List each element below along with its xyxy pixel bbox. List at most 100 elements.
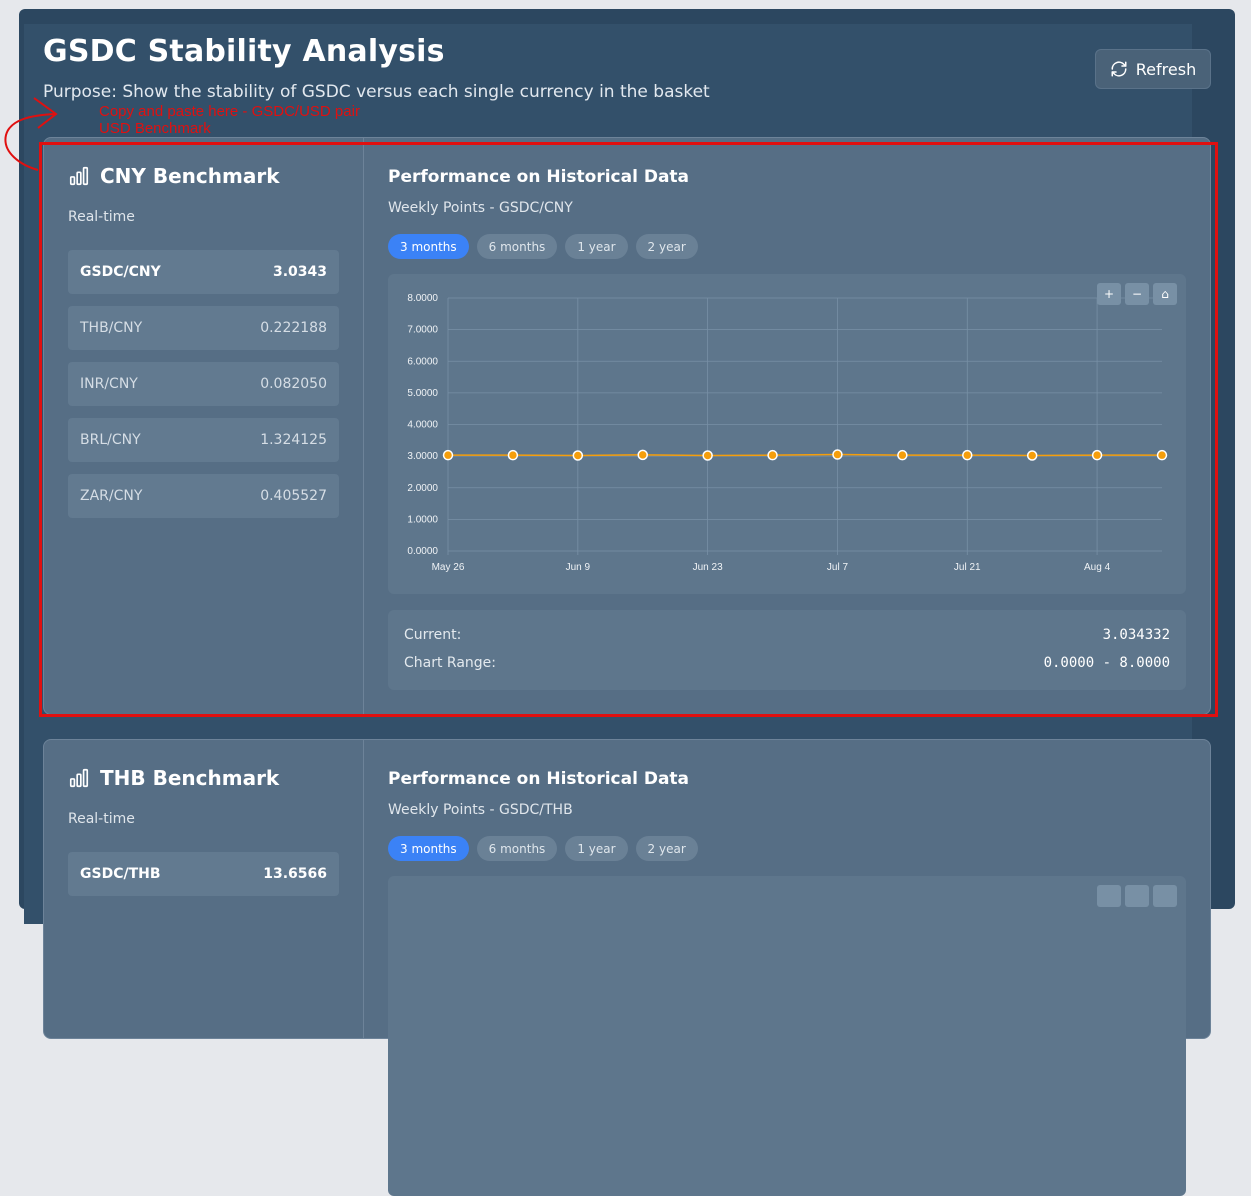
range-label: Chart Range: — [404, 655, 497, 671]
annotation-line-1: Copy and paste here - GSDC/USD pair — [99, 103, 360, 120]
benchmark-card-thb: THB Benchmark Real-time GSDC/THB 13.6566… — [43, 739, 1211, 1196]
range-6-months-button[interactable]: 6 months — [476, 234, 558, 259]
range-selector: 3 months 6 months 1 year 2 year — [388, 234, 698, 259]
range-value: 0.0000 - 8.0000 — [1043, 655, 1170, 671]
chart-container: 0.0000 1.0000 2.0000 3.0000 4.0000 5.0000 6.00… — [388, 274, 1186, 594]
benchmark-title-text: THB Benchmark — [100, 766, 280, 790]
y-tick-label: 5.0000 — [407, 388, 438, 399]
rate-pair: ZAR/CNY — [80, 488, 143, 504]
refresh-button[interactable]: Refresh — [1095, 49, 1211, 89]
data-point — [507, 449, 519, 461]
range-1-year-button[interactable]: 1 year — [565, 836, 628, 861]
refresh-icon — [1111, 61, 1127, 77]
chart-container — [388, 876, 1186, 1196]
data-point — [832, 449, 843, 460]
data-point — [637, 449, 648, 461]
rate-value: 0.222188 — [260, 320, 327, 336]
rate-pair: GSDC/THB — [80, 866, 161, 882]
y-tick-label: 8.0000 — [407, 293, 438, 304]
refresh-label: Refresh — [1135, 59, 1197, 79]
current-label: Current: — [404, 627, 462, 643]
data-point — [1026, 450, 1038, 461]
rate-list: GSDC/CNY 3.0343 THB/CNY 0.222188 INR/CNY… — [68, 250, 339, 530]
performance-panel: Performance on Historical Data Weekly Po… — [388, 740, 1188, 1196]
data-point — [767, 449, 778, 461]
data-point — [702, 450, 713, 461]
x-tick-label: Jul 21 — [954, 562, 981, 573]
range-selector: 3 months 6 months 1 year 2 year — [388, 836, 698, 861]
zoom-reset-button[interactable] — [1153, 885, 1177, 907]
y-tick-label: 6.0000 — [407, 356, 438, 367]
rate-row: INR/CNY 0.082050 — [68, 362, 339, 406]
y-tick-label: 2.0000 — [407, 483, 438, 494]
benchmark-title-text: CNY Benchmark — [100, 164, 280, 188]
data-point — [1156, 449, 1168, 461]
range-1-year-button[interactable]: 1 year — [565, 234, 628, 259]
line-chart[interactable]: 0.0000 1.0000 2.0000 3.0000 4.0000 5.0000 6.00… — [388, 274, 1186, 594]
bar-chart-icon — [69, 768, 89, 788]
data-point — [572, 450, 584, 461]
benchmark-title: CNY Benchmark — [68, 164, 280, 188]
zoom-reset-button[interactable]: ⌂ — [1153, 283, 1177, 305]
performance-panel: Performance on Historical Data Weekly Po… — [388, 138, 1188, 714]
zoom-in-button[interactable] — [1097, 885, 1121, 907]
realtime-label: Real-time — [68, 811, 135, 827]
range-3-months-button[interactable]: 3 months — [388, 234, 469, 259]
range-2-year-button[interactable]: 2 year — [635, 836, 698, 861]
x-tick-label: Aug 4 — [1084, 562, 1111, 573]
rate-row: THB/CNY 0.222188 — [68, 306, 339, 350]
bar-chart-icon — [69, 166, 89, 186]
current-value: 3.034332 — [1102, 627, 1170, 643]
data-point — [1091, 449, 1103, 461]
performance-subtitle: Weekly Points - GSDC/CNY — [388, 200, 573, 216]
y-tick-label: 0.0000 — [407, 546, 438, 557]
data-point — [442, 449, 454, 461]
rate-pair: GSDC/CNY — [80, 264, 161, 280]
annotation-note: Copy and paste here - GSDC/USD pair USD … — [99, 103, 360, 137]
performance-title: Performance on Historical Data — [388, 769, 690, 789]
data-point — [962, 449, 973, 461]
rate-pair: BRL/CNY — [80, 432, 141, 448]
x-tick-label: May 26 — [432, 562, 465, 573]
y-tick-label: 7.0000 — [407, 325, 438, 336]
x-tick-label: Jun 9 — [566, 562, 591, 573]
rate-row: BRL/CNY 1.324125 — [68, 418, 339, 462]
rate-pair: THB/CNY — [80, 320, 143, 336]
realtime-label: Real-time — [68, 209, 135, 225]
series-line — [448, 453, 1162, 457]
rate-row: GSDC/CNY 3.0343 — [68, 250, 339, 294]
y-tick-label: 3.0000 — [407, 451, 438, 462]
range-2-year-button[interactable]: 2 year — [635, 234, 698, 259]
zoom-out-button[interactable]: − — [1125, 283, 1149, 305]
rate-value: 13.6566 — [263, 866, 327, 882]
page-title: GSDC Stability Analysis — [43, 34, 445, 69]
range-stat: Chart Range: 0.0000 - 8.0000 — [404, 655, 1170, 671]
page-purpose: Purpose: Show the stability of GSDC vers… — [43, 82, 710, 102]
current-stat: Current: 3.034332 — [404, 627, 1170, 643]
x-tick-label: Jul 7 — [827, 562, 849, 573]
y-tick-label: 1.0000 — [407, 514, 438, 525]
chart-stats: Current: 3.034332 Chart Range: 0.0000 - … — [388, 610, 1186, 690]
benchmark-card-cny: CNY Benchmark Real-time GSDC/CNY 3.0343 … — [43, 137, 1211, 715]
rate-pair: INR/CNY — [80, 376, 138, 392]
zoom-in-button[interactable]: + — [1097, 283, 1121, 305]
range-3-months-button[interactable]: 3 months — [388, 836, 469, 861]
y-tick-label: 4.0000 — [407, 420, 438, 431]
benchmark-panel: THB Benchmark Real-time GSDC/THB 13.6566 — [44, 740, 364, 1038]
benchmark-panel: CNY Benchmark Real-time GSDC/CNY 3.0343 … — [44, 138, 364, 714]
rate-list: GSDC/THB 13.6566 — [68, 852, 339, 908]
benchmark-title: THB Benchmark — [68, 766, 279, 790]
annotation-line-2: USD Benchmark — [99, 120, 211, 137]
x-tick-label: Jun 23 — [693, 562, 723, 573]
performance-subtitle: Weekly Points - GSDC/THB — [388, 802, 573, 818]
rate-value: 0.082050 — [260, 376, 327, 392]
performance-title: Performance on Historical Data — [388, 167, 690, 187]
data-point — [897, 449, 908, 461]
zoom-out-button[interactable] — [1125, 885, 1149, 907]
rate-value: 3.0343 — [272, 264, 327, 280]
rate-row: ZAR/CNY 0.405527 — [68, 474, 339, 518]
range-6-months-button[interactable]: 6 months — [476, 836, 558, 861]
rate-value: 0.405527 — [260, 488, 327, 504]
rate-row: GSDC/THB 13.6566 — [68, 852, 339, 896]
rate-value: 1.324125 — [260, 432, 327, 448]
